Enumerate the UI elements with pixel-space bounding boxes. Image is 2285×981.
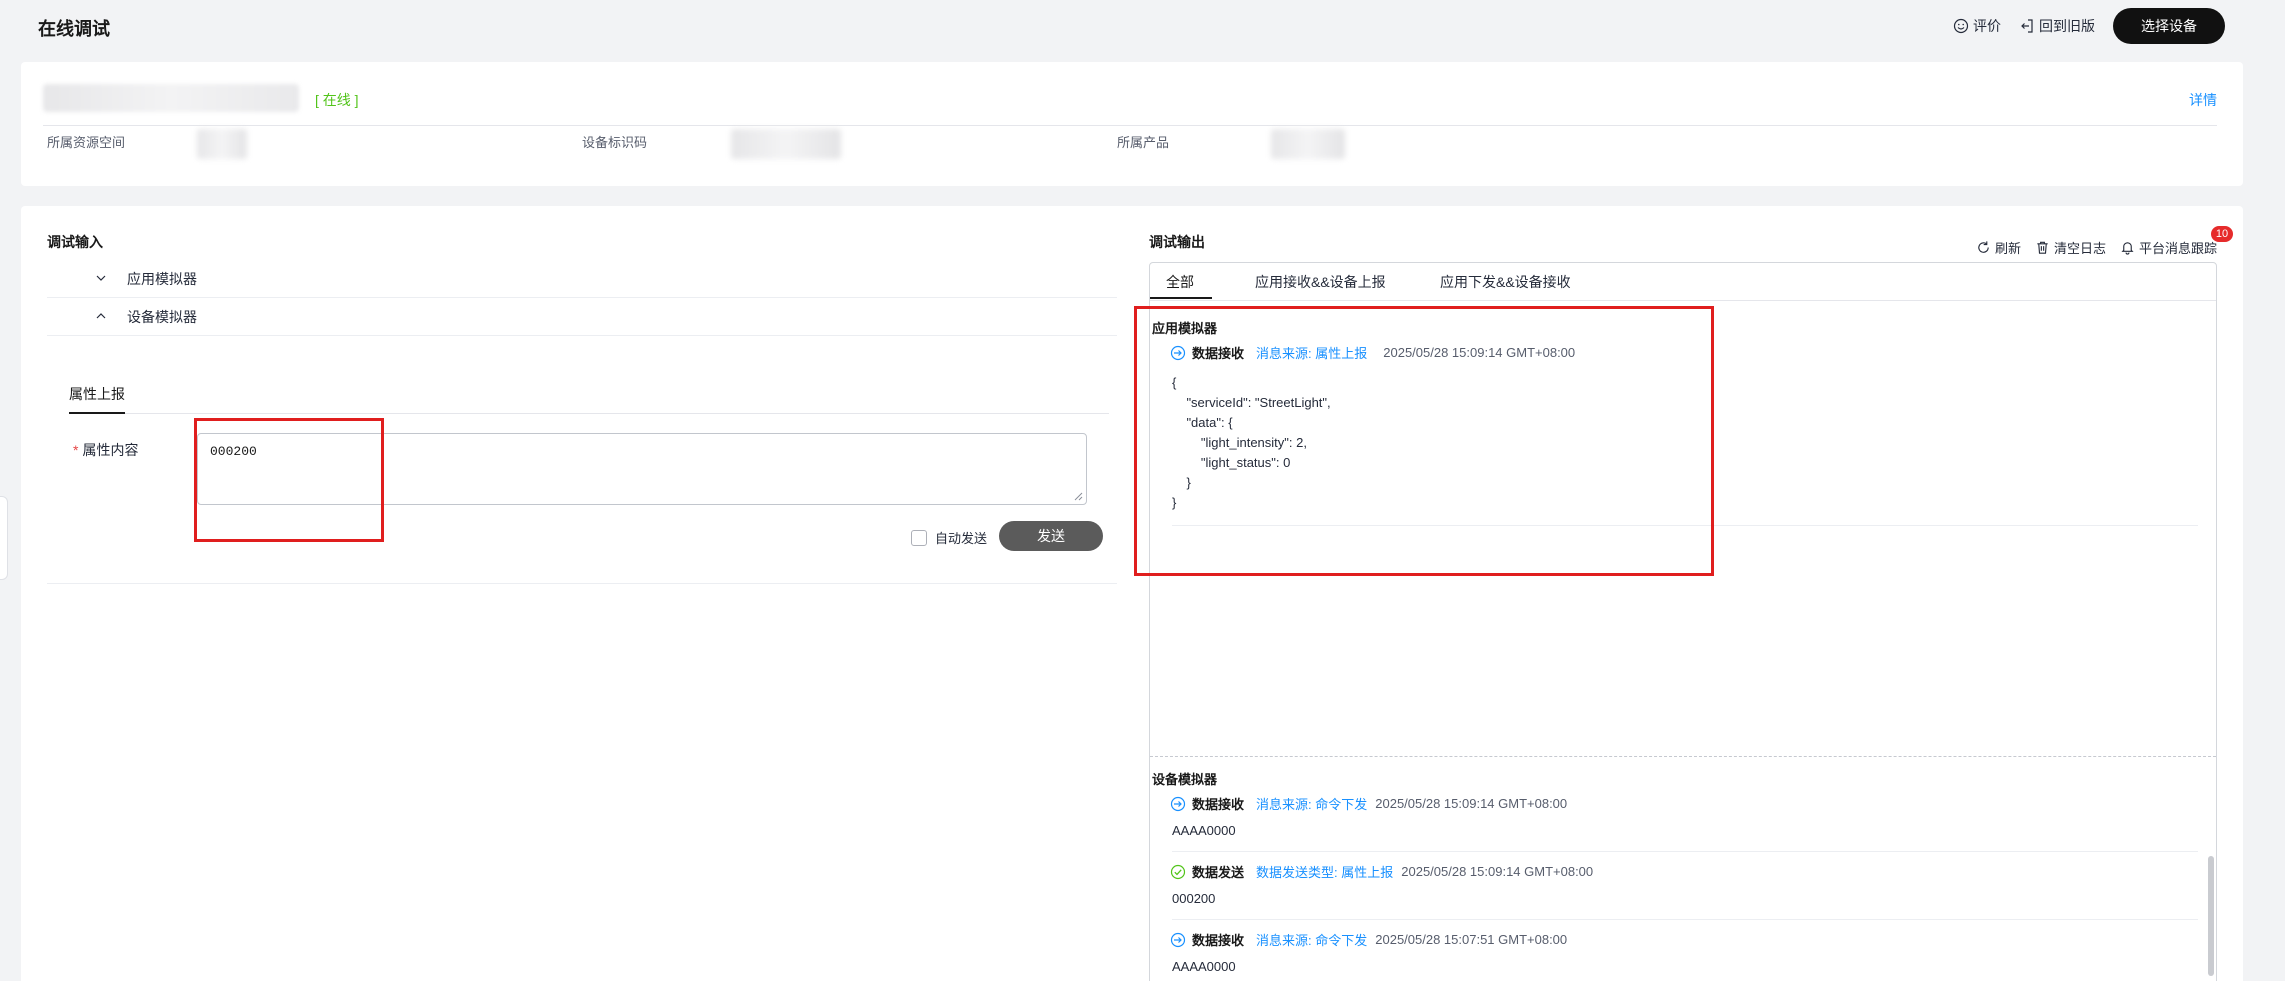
page-title: 在线调试 <box>38 19 110 39</box>
refresh-icon <box>1978 241 1989 253</box>
refresh-button[interactable]: 刷新 <box>1976 238 2021 257</box>
rate-link[interactable]: 评价 <box>1953 16 2001 36</box>
product-value-redacted <box>1271 129 1345 159</box>
app-simulator-label: 应用模拟器 <box>127 270 197 287</box>
message-time: 2025/05/28 15:07:51 GMT+08:00 <box>1375 932 1568 947</box>
message-time: 2025/05/28 15:09:14 GMT+08:00 <box>1375 796 1568 811</box>
side-collapse-handle[interactable] <box>0 496 8 580</box>
scrollbar-thumb[interactable] <box>2208 856 2214 976</box>
property-content-label: * 属性内容 <box>73 440 138 460</box>
resource-space-label: 所属资源空间 <box>47 135 126 150</box>
message-kind: 数据接收 <box>1192 797 1245 812</box>
input-title: 调试输入 <box>47 234 103 250</box>
auto-send-label: 自动发送 <box>935 531 988 546</box>
message-body: AAAA0000 <box>1172 823 1236 838</box>
property-label-text: 属性内容 <box>82 442 139 458</box>
divider <box>47 583 1117 584</box>
trace-count-badge: 10 <box>2211 226 2233 242</box>
output-title: 调试输出 <box>1149 234 1205 250</box>
receive-icon <box>1170 345 1186 360</box>
resize-handle-icon[interactable] <box>1074 492 1083 501</box>
message-header: 数据接收 消息来源: 命令下发 2025/05/28 15:07:51 GMT+… <box>1170 930 1567 949</box>
chevron-up-icon <box>96 313 106 319</box>
back-label: 回到旧版 <box>2039 18 2095 34</box>
smile-icon <box>1953 18 1969 34</box>
message-header: 数据发送 数据发送类型: 属性上报 2025/05/28 15:09:14 GM… <box>1170 862 1593 881</box>
send-button[interactable]: 发送 <box>999 521 1103 551</box>
property-content-input[interactable]: 000200 <box>197 433 1087 505</box>
property-content-value: 000200 <box>210 444 257 459</box>
top-bar: 在线调试 评价 回到旧版 选择设备 <box>0 0 2285 52</box>
rate-label: 评价 <box>1973 18 2001 34</box>
message-source[interactable]: 消息来源: 命令下发 <box>1256 930 1367 949</box>
message-kind: 数据接收 <box>1192 346 1245 361</box>
output-toolbar: 刷新 清空日志 平台消息跟踪 10 <box>1976 226 2233 257</box>
message-header: 数据接收 消息来源: 属性上报 2025/05/28 15:09:14 GMT+… <box>1170 343 1575 362</box>
tab-app-receive-device-report[interactable]: 应用接收&&设备上报 <box>1255 272 1386 292</box>
divider <box>1172 919 2198 920</box>
back-to-old-link[interactable]: 回到旧版 <box>2019 16 2095 36</box>
tab-all[interactable]: 全部 <box>1166 272 1194 292</box>
top-actions: 评价 回到旧版 选择设备 <box>1953 8 2225 44</box>
tab-property-report[interactable]: 属性上报 <box>69 384 125 414</box>
input-tabs: 属性上报 <box>69 384 1109 414</box>
message-kind: 数据接收 <box>1192 933 1245 948</box>
device-simulator-row[interactable]: 设备模拟器 <box>47 298 1117 336</box>
exit-icon <box>2021 19 2033 33</box>
online-status: [ 在线 ] <box>315 92 359 108</box>
device-id-value-redacted <box>731 129 841 159</box>
auto-send-checkbox[interactable]: 自动发送 <box>911 528 987 547</box>
refresh-label: 刷新 <box>1994 241 2021 256</box>
platform-trace-button[interactable]: 平台消息跟踪 10 <box>2120 226 2233 257</box>
device-simulator-label: 设备模拟器 <box>127 308 197 325</box>
bell-icon <box>2121 242 2134 255</box>
message-source[interactable]: 消息来源: 命令下发 <box>1256 794 1367 813</box>
device-info-card: [ 在线 ] 详情 所属资源空间 设备标识码 所属产品 <box>21 62 2243 186</box>
device-id-label: 设备标识码 <box>582 135 648 150</box>
divider <box>1172 525 2198 526</box>
message-source[interactable]: 消息来源: 属性上报 <box>1256 343 1367 362</box>
device-name-redacted <box>43 84 299 112</box>
divider <box>1172 851 2198 852</box>
app-simulator-row[interactable]: 应用模拟器 <box>47 260 1117 298</box>
detail-link[interactable]: 详情 <box>2189 90 2217 110</box>
required-mark: * <box>73 442 79 458</box>
trash-icon <box>2037 241 2048 254</box>
app-simulator-output-title: 应用模拟器 <box>1152 321 1218 336</box>
message-body: AAAA0000 <box>1172 959 1236 974</box>
device-simulator-output-title: 设备模拟器 <box>1152 772 1218 787</box>
message-source[interactable]: 数据发送类型: 属性上报 <box>1256 862 1393 881</box>
platform-trace-label: 平台消息跟踪 <box>2138 241 2217 256</box>
receive-icon <box>1170 796 1186 811</box>
receive-icon <box>1170 932 1186 947</box>
resource-space-value-redacted <box>197 129 247 159</box>
check-circle-icon <box>1170 864 1186 879</box>
output-tabs: 全部 应用接收&&设备上报 应用下发&&设备接收 <box>1150 263 2216 301</box>
divider <box>43 125 2217 126</box>
chevron-down-icon <box>96 275 106 281</box>
product-label: 所属产品 <box>1117 135 1170 150</box>
section-separator <box>1150 756 2216 757</box>
message-header: 数据接收 消息来源: 命令下发 2025/05/28 15:09:14 GMT+… <box>1170 794 1567 813</box>
message-json-body: { "serviceId": "StreetLight", "data": { … <box>1172 375 1331 510</box>
message-kind: 数据发送 <box>1192 865 1245 880</box>
output-panel: 全部 应用接收&&设备上报 应用下发&&设备接收 应用模拟器 数据接收 消息来源… <box>1149 262 2217 981</box>
clear-log-label: 清空日志 <box>2053 241 2106 256</box>
message-time: 2025/05/28 15:09:14 GMT+08:00 <box>1401 864 1594 879</box>
message-time: 2025/05/28 15:09:14 GMT+08:00 <box>1383 345 1576 360</box>
select-device-button[interactable]: 选择设备 <box>2113 8 2225 44</box>
active-tab-indicator <box>1150 297 1212 299</box>
tab-app-send-device-receive[interactable]: 应用下发&&设备接收 <box>1440 272 1571 292</box>
debug-card: 调试输入 应用模拟器 设备模拟器 属性上报 * 属性内容 000200 自动发送 … <box>21 206 2243 981</box>
message-body: 000200 <box>1172 891 1216 906</box>
checkbox-box[interactable] <box>911 529 927 546</box>
clear-log-button[interactable]: 清空日志 <box>2035 238 2106 257</box>
